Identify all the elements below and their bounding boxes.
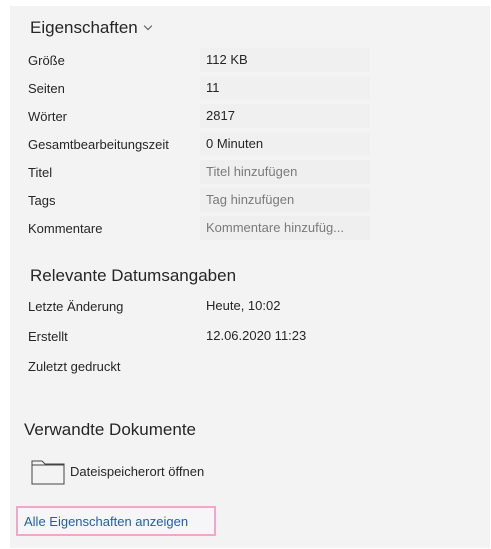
date-label: Erstellt (28, 329, 68, 344)
date-value: Heute, 10:02 (206, 298, 281, 313)
property-row-editing-time: Gesamtbearbeitungszeit 0 Minuten (10, 132, 490, 158)
properties-title: Eigenschaften (30, 18, 138, 37)
date-row-printed: Zuletzt gedruckt (10, 354, 490, 380)
open-file-location-link[interactable]: Dateispeicherort öffnen (70, 462, 204, 482)
property-row-comments: Kommentare Kommentare hinzufüg... (10, 216, 490, 242)
title-input[interactable]: Titel hinzufügen (200, 160, 370, 184)
property-value: 2817 (200, 104, 370, 128)
property-label: Tags (28, 193, 56, 208)
property-row-title: Titel Titel hinzufügen (10, 160, 490, 186)
property-value: 11 (200, 76, 370, 100)
date-value (200, 354, 370, 378)
property-row-size: Größe 112 KB (10, 48, 490, 74)
property-label: Kommentare (28, 221, 103, 236)
dates-title: Relevante Datumsangaben (30, 266, 237, 285)
chevron-down-icon (143, 21, 152, 31)
property-value: 112 KB (200, 48, 370, 72)
property-value: 0 Minuten (200, 132, 370, 156)
property-row-tags: Tags Tag hinzufügen (10, 188, 490, 214)
show-all-properties-label: Alle Eigenschaften anzeigen (24, 514, 189, 529)
tags-input[interactable]: Tag hinzufügen (200, 188, 370, 212)
date-label: Zuletzt gedruckt (28, 359, 121, 374)
date-row-created: Erstellt 12.06.2020 11:23 (10, 324, 490, 350)
related-title: Verwandte Dokumente (24, 420, 196, 439)
property-label: Wörter (28, 109, 67, 124)
folder-icon[interactable] (31, 458, 65, 485)
property-label: Gesamtbearbeitungszeit (28, 137, 169, 152)
show-all-properties-link[interactable]: Alle Eigenschaften anzeigen (16, 506, 216, 536)
properties-panel: Eigenschaften Größe 112 KB Seiten 11 Wör… (10, 6, 490, 548)
property-label: Seiten (28, 81, 65, 96)
properties-header[interactable]: Eigenschaften (30, 18, 152, 38)
property-label: Titel (28, 165, 53, 180)
property-label: Größe (28, 53, 65, 68)
date-label: Letzte Änderung (28, 299, 124, 314)
comments-input[interactable]: Kommentare hinzufüg... (200, 216, 370, 240)
date-row-modified: Letzte Änderung Heute, 10:02 (10, 294, 490, 320)
date-value: 12.06.2020 11:23 (206, 328, 307, 343)
property-row-words: Wörter 2817 (10, 104, 490, 130)
property-row-pages: Seiten 11 (10, 76, 490, 102)
